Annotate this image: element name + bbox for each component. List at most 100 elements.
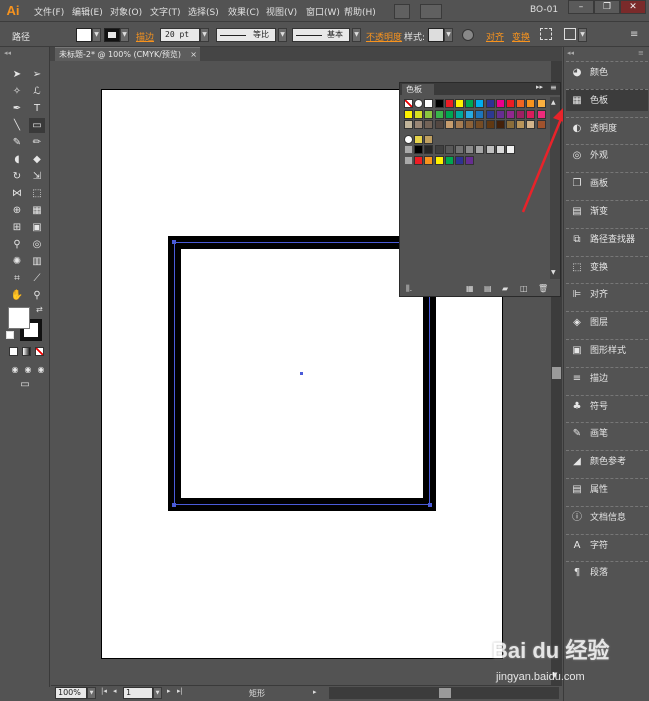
color-swatch[interactable] (424, 155, 434, 165)
swatches-tab[interactable]: 色板 (402, 84, 434, 95)
color-swatch[interactable] (414, 120, 424, 129)
pattern-swatch[interactable] (414, 134, 424, 144)
swatches-menu-icon[interactable]: ≡ (550, 83, 557, 92)
brush-definition[interactable]: 基本 (292, 28, 350, 42)
arrange-dropdown-icon[interactable]: ▼ (578, 28, 587, 42)
free-transform-tool-icon[interactable]: ⬚ (29, 186, 45, 201)
close-icon[interactable]: ✕ (620, 0, 646, 14)
stroke-swatch[interactable] (104, 28, 120, 42)
graphic-style-dropdown-icon[interactable]: ▼ (444, 28, 453, 42)
menu-file[interactable]: 文件(F) (34, 5, 64, 18)
scale-tool-icon[interactable]: ⇲ (29, 169, 45, 184)
gradient-tool-icon[interactable]: ▣ (29, 220, 45, 235)
dock-item-character[interactable]: A 字符 (566, 533, 648, 556)
menu-object[interactable]: 对象(O) (110, 5, 142, 18)
minimize-icon[interactable]: – (568, 0, 594, 14)
swap-fill-stroke-icon[interactable]: ⇄ (36, 305, 43, 314)
dock-item-transparency[interactable]: ◐ 透明度 (566, 116, 648, 139)
color-swatch[interactable] (434, 120, 444, 129)
artboard-dropdown-icon[interactable]: ▼ (153, 687, 162, 699)
opacity-label[interactable]: 不透明度 (366, 30, 402, 43)
menu-edit[interactable]: 编辑(E) (72, 5, 103, 18)
fill-color-box[interactable] (8, 307, 30, 329)
pencil-tool-icon[interactable]: ✏ (29, 135, 45, 150)
none-swatch[interactable] (404, 99, 413, 108)
color-swatch[interactable] (506, 145, 515, 154)
profile-dropdown-icon[interactable]: ▼ (278, 28, 287, 42)
anchor-point-bottom-right[interactable] (428, 503, 432, 507)
dock-item-graphic-styles[interactable]: ▣ 图形样式 (566, 339, 648, 361)
perspective-grid-tool-icon[interactable]: ▦ (29, 203, 45, 218)
dock-item-transform[interactable]: ⬚ 变换 (566, 255, 648, 278)
dock-item-symbols[interactable]: ♣ 符号 (566, 394, 648, 417)
color-swatch[interactable] (424, 145, 434, 154)
fill-dropdown-icon[interactable]: ▼ (92, 28, 101, 42)
lasso-tool-icon[interactable]: ℒ (29, 84, 45, 99)
shape-builder-tool-icon[interactable]: ⊕ (9, 203, 25, 218)
color-swatch[interactable] (465, 145, 475, 154)
last-artboard-icon[interactable]: ▸| (177, 687, 183, 695)
collapse-toolbar-icon[interactable]: ◂◂ (4, 49, 11, 57)
color-swatch[interactable] (444, 99, 454, 108)
color-swatch[interactable] (414, 155, 424, 165)
color-swatch[interactable] (455, 145, 464, 154)
color-swatch[interactable] (455, 155, 464, 165)
color-swatch[interactable] (424, 99, 434, 108)
new-swatch-icon[interactable]: ◫ (520, 284, 528, 293)
dock-item-swatches[interactable]: ▦ 色板 (566, 88, 648, 111)
dock-item-layers[interactable]: ◈ 图层 (566, 311, 648, 333)
first-artboard-icon[interactable]: |◂ (101, 687, 107, 695)
close-tab-icon[interactable]: × (190, 48, 197, 61)
gradient-mode-icon[interactable] (22, 347, 31, 356)
zoom-dropdown-icon[interactable]: ▼ (87, 687, 96, 699)
dock-item-gradient[interactable]: ▤ 渐变 (566, 200, 648, 222)
color-swatch[interactable] (475, 99, 485, 108)
color-swatch[interactable] (506, 99, 515, 108)
type-tool-icon[interactable]: T (29, 101, 45, 116)
color-mode-icon[interactable] (9, 347, 18, 356)
pen-tool-icon[interactable]: ✒ (9, 101, 25, 116)
color-swatch[interactable] (434, 109, 444, 119)
column-graph-tool-icon[interactable]: ▥ (29, 254, 45, 269)
dock-item-pathfinder[interactable]: ⧉ 路径查找器 (566, 227, 648, 250)
swatch-libraries-icon[interactable]: ⫼. (406, 284, 412, 294)
color-swatch[interactable] (414, 145, 424, 154)
anchor-point-top-left[interactable] (172, 240, 176, 244)
menu-select[interactable]: 选择(S) (188, 5, 219, 18)
color-swatch[interactable] (424, 134, 434, 144)
menu-view[interactable]: 视图(V) (266, 5, 297, 18)
stroke-label[interactable]: 描边 (136, 30, 154, 43)
color-swatch[interactable] (444, 109, 454, 119)
graphic-style-swatch[interactable] (428, 28, 444, 42)
direct-selection-tool-icon[interactable]: ➢ (29, 67, 45, 82)
maximize-icon[interactable]: ❐ (594, 0, 620, 14)
stroke-weight-dropdown-icon[interactable]: ▼ (200, 28, 209, 42)
artboard-tool-icon[interactable]: ⌗ (9, 271, 25, 286)
color-swatch[interactable] (465, 109, 475, 119)
color-swatch[interactable] (485, 120, 495, 129)
symbol-sprayer-tool-icon[interactable]: ✺ (9, 254, 25, 269)
rectangle-tool-icon[interactable]: ▭ (29, 118, 45, 133)
artboard-number-field[interactable]: 1 (123, 687, 153, 699)
recolor-artwork-icon[interactable] (462, 29, 474, 41)
show-swatch-kinds-icon[interactable]: ▦ (466, 284, 474, 293)
color-swatch[interactable] (444, 155, 454, 165)
workspace-switcher[interactable]: BO-01 (530, 5, 558, 15)
menu-help[interactable]: 帮助(H) (344, 5, 376, 18)
bridge-button[interactable] (394, 4, 410, 19)
zoom-tool-icon[interactable]: ⚲ (29, 288, 45, 303)
none-mode-icon[interactable] (35, 347, 44, 356)
screen-mode-icon[interactable]: ▭ (17, 377, 33, 392)
document-tab[interactable]: 未标题-2* @ 100% (CMYK/预览) × (55, 47, 200, 61)
default-colors-icon[interactable] (6, 331, 14, 339)
expand-panels-icon[interactable]: ◂◂ (567, 49, 574, 57)
dock-item-color-guide[interactable]: ◢ 颜色参考 (566, 450, 648, 472)
selection-tool-icon[interactable]: ➤ (9, 67, 25, 82)
color-swatch[interactable] (455, 109, 464, 119)
menu-type[interactable]: 文字(T) (150, 5, 181, 18)
color-swatch[interactable] (414, 109, 424, 119)
brush-dropdown-icon[interactable]: ▼ (352, 28, 361, 42)
isolate-icon[interactable] (540, 28, 552, 40)
color-swatch[interactable] (506, 120, 515, 129)
dock-item-artboards[interactable]: ❐ 画板 (566, 172, 648, 194)
